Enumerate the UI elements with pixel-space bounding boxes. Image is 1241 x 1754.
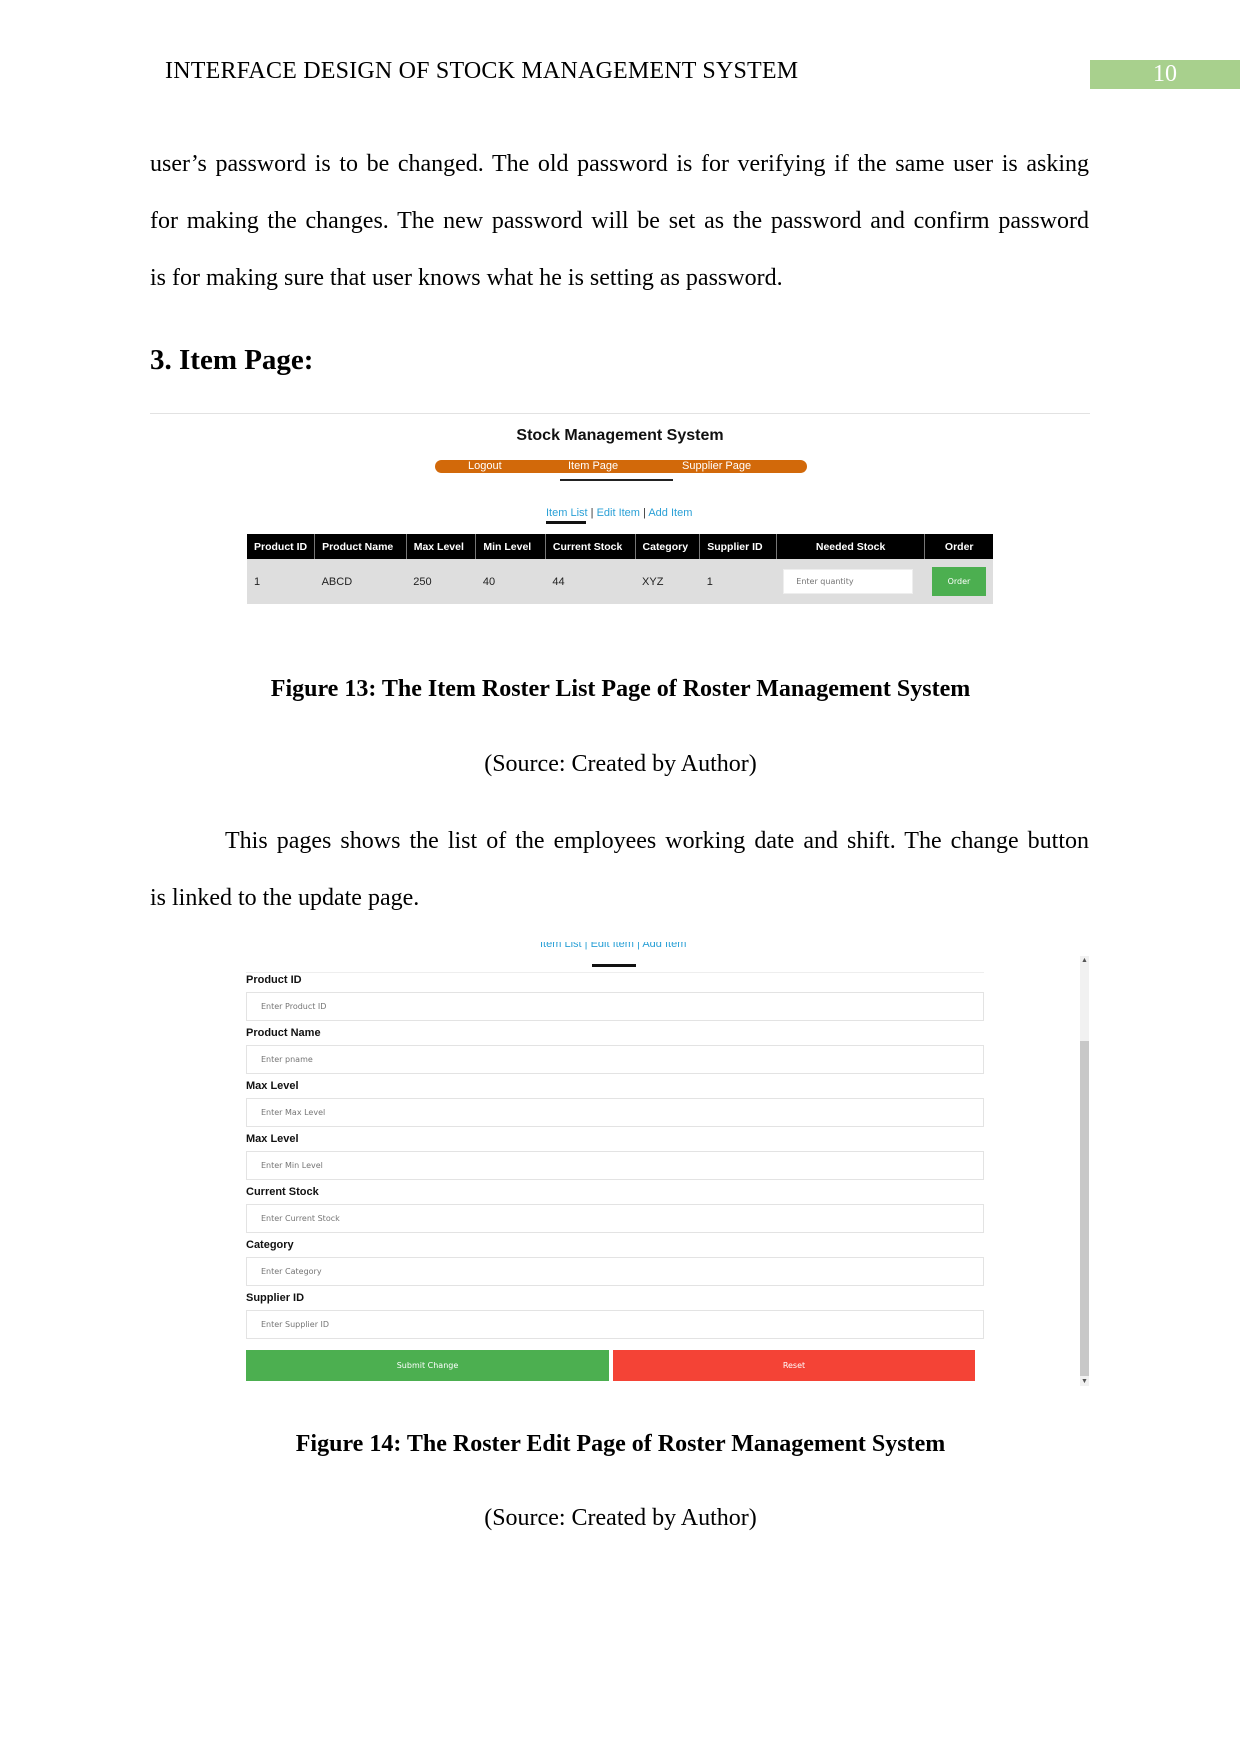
subnav-add-item[interactable]: Add Item [642,942,686,950]
body-paragraph: This pages shows the list of the employe… [150,813,1089,927]
subnav-separator: | [584,942,588,950]
paragraph-line: is for making sure that user knows what … [150,265,783,291]
edit-item-form: Product ID Product Name Max Level Max Le… [246,972,984,1344]
main-nav-bar: Logout Item Page Supplier Page [435,460,807,473]
divider [150,413,1090,414]
form-field-supplier-id: Supplier ID [246,1291,984,1339]
subnav-separator: | [637,942,640,950]
form-actions: Submit Change Reset [246,1350,975,1381]
active-subnav-indicator [546,521,586,524]
needed-stock-input[interactable] [783,569,914,594]
col-current-stock: Current Stock [545,534,636,559]
cell-supplier-id: 1 [699,559,777,604]
page-number: 10 [1090,60,1240,89]
nav-logout[interactable]: Logout [468,460,502,473]
field-label: Max Level [246,1133,299,1145]
current-stock-input[interactable] [246,1204,984,1233]
scroll-up-arrow-icon[interactable]: ▲ [1080,956,1089,965]
cell-max-level: 250 [406,559,476,604]
subnav-add-item[interactable]: Add Item [648,507,692,519]
table-header-row: Product ID Product Name Max Level Min Le… [247,534,993,559]
form-field-product-id: Product ID [246,973,984,1021]
scrollbar-thumb[interactable] [1080,1041,1089,1376]
submit-change-button[interactable]: Submit Change [246,1350,609,1381]
subnav-edit-item[interactable]: Edit Item [591,942,634,950]
table-row: 1 ABCD 250 40 44 XYZ 1 Order [247,559,993,604]
item-subnav: Item List | Edit Item | Add Item [546,507,692,519]
intro-paragraph: user’s password is to be changed. The ol… [150,136,1089,307]
figure-14-caption: Figure 14: The Roster Edit Page of Roste… [295,1431,946,1457]
cell-order: Order [924,559,993,604]
product-id-input[interactable] [246,992,984,1021]
form-field-current-stock: Current Stock [246,1185,984,1233]
cell-current-stock: 44 [545,559,636,604]
col-max-level: Max Level [406,534,477,559]
figure-13-item-list-screenshot: Stock Management System Logout Item Page… [150,413,1090,623]
col-product-name: Product Name [314,534,407,559]
section-heading: 3. Item Page: [150,344,314,376]
max-level-input[interactable] [246,1098,984,1127]
paragraph-line: for making the changes. The new password… [150,208,1089,234]
col-needed-stock: Needed Stock [776,534,926,559]
active-nav-indicator [560,479,673,481]
field-label: Max Level [246,1080,299,1092]
subnav-separator: | [643,507,646,519]
subnav-edit-item[interactable]: Edit Item [597,507,640,519]
field-label: Current Stock [246,1186,319,1198]
scroll-down-arrow-icon[interactable]: ▼ [1080,1377,1089,1386]
field-label: Product ID [246,974,302,986]
cell-min-level: 40 [475,559,546,604]
nav-supplier-page[interactable]: Supplier Page [682,460,751,473]
form-field-max-level: Max Level [246,1079,984,1127]
form-field-min-level: Max Level [246,1132,984,1180]
col-product-id: Product ID [247,534,316,559]
subnav-item-list[interactable]: Item List [546,507,588,519]
reset-button[interactable]: Reset [613,1350,975,1381]
cell-product-id: 1 [247,559,315,604]
field-label: Category [246,1239,294,1251]
paragraph-line: is linked to the update page. [150,885,420,911]
figure-13-source: (Source: Created by Author) [484,751,757,777]
col-min-level: Min Level [475,534,546,559]
figure-14-source: (Source: Created by Author) [484,1505,757,1531]
cell-needed-stock [776,559,925,604]
order-button[interactable]: Order [931,567,986,596]
active-subnav-indicator [592,964,636,967]
app-title: Stock Management System [516,427,724,444]
col-supplier-id: Supplier ID [699,534,777,559]
subnav-separator: | [590,507,594,519]
cell-product-name: ABCD [314,559,407,604]
figure-14-edit-item-screenshot: Item List | Edit Item | Add Item Product… [240,942,1090,1388]
product-name-input[interactable] [246,1045,984,1074]
item-table: Product ID Product Name Max Level Min Le… [247,534,993,604]
vertical-scrollbar[interactable]: ▲ ▼ [1080,956,1089,1386]
paragraph-line: This pages shows the list of the employe… [225,828,1089,854]
running-header-title: INTERFACE DESIGN OF STOCK MANAGEMENT SYS… [165,58,799,84]
col-order: Order [924,534,993,559]
paragraph-line: user’s password is to be changed. The ol… [150,151,1089,177]
nav-item-page[interactable]: Item Page [568,460,618,473]
item-subnav: Item List | Edit Item | Add Item [540,942,686,952]
cell-category: XYZ [635,559,700,604]
col-category: Category [635,534,701,559]
form-field-product-name: Product Name [246,1026,984,1074]
subnav-item-list[interactable]: Item List [540,942,582,950]
min-level-input[interactable] [246,1151,984,1180]
category-input[interactable] [246,1257,984,1286]
field-label: Product Name [246,1027,321,1039]
supplier-id-input[interactable] [246,1310,984,1339]
form-field-category: Category [246,1238,984,1286]
field-label: Supplier ID [246,1292,305,1304]
figure-13-caption: Figure 13: The Item Roster List Page of … [270,676,971,702]
